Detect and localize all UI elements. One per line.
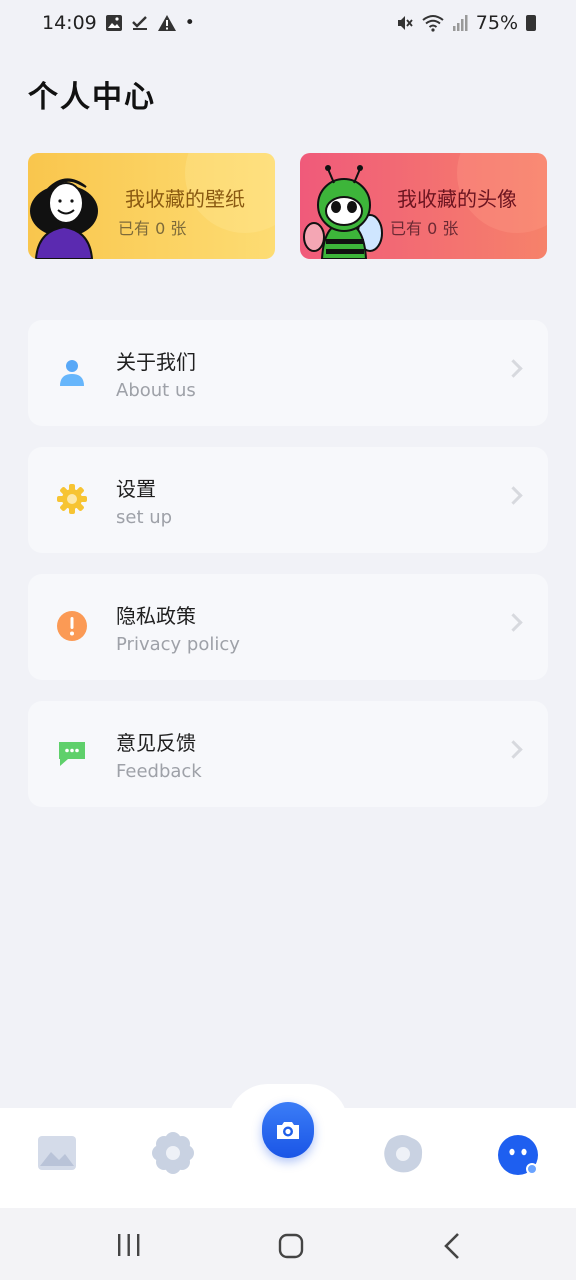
- status-right: 75%: [396, 12, 536, 34]
- menu-item-feedback[interactable]: 意见反馈 Feedback: [28, 701, 548, 807]
- battery-percent: 75%: [475, 12, 518, 34]
- page-title: 个人中心: [28, 80, 156, 115]
- favorite-wallpapers-card[interactable]: 我收藏的壁纸 已有 0 张: [28, 153, 275, 259]
- menu-item-privacy-policy[interactable]: 隐私政策 Privacy policy: [28, 574, 548, 680]
- menu-item-subtitle: About us: [116, 380, 196, 401]
- gear-icon: [57, 484, 87, 514]
- battery-icon: [526, 15, 536, 31]
- favorite-avatars-count: 已有 0 张: [390, 219, 459, 238]
- recent-apps-icon[interactable]: [116, 1233, 142, 1257]
- girl-illustration: [30, 178, 98, 259]
- camera-button[interactable]: [262, 1102, 314, 1158]
- system-navigation-bar: [0, 1208, 576, 1280]
- back-icon[interactable]: [442, 1232, 462, 1260]
- menu-item-title: 隐私政策: [116, 604, 196, 628]
- signal-icon: [452, 15, 468, 31]
- menu-item-title: 意见反馈: [116, 731, 196, 755]
- menu-item-title: 设置: [116, 477, 156, 501]
- status-left: 14:09 •: [42, 12, 195, 34]
- camera-icon: [277, 1122, 299, 1139]
- notification-dot-icon: •: [184, 12, 195, 33]
- chevron-right-icon: [504, 486, 523, 505]
- favorite-avatars-title: 我收藏的头像: [397, 187, 517, 211]
- menu-item-subtitle: Privacy policy: [116, 634, 240, 655]
- favorite-wallpapers-count: 已有 0 张: [118, 219, 187, 238]
- favorite-avatars-card[interactable]: 我收藏的头像 已有 0 张: [300, 153, 547, 259]
- check-icon: [131, 16, 147, 30]
- flower-icon[interactable]: [151, 1131, 195, 1175]
- bee-illustration: [303, 165, 383, 259]
- chevron-right-icon: [504, 613, 523, 632]
- chevron-right-icon: [504, 359, 523, 378]
- mute-icon: [397, 16, 413, 30]
- exclamation-icon: [57, 611, 87, 641]
- egg-icon[interactable]: [382, 1132, 424, 1174]
- chat-bubble-icon: [59, 742, 85, 766]
- menu-item-title: 关于我们: [116, 350, 196, 374]
- menu-item-subtitle: set up: [116, 507, 173, 528]
- gallery-icon: [105, 15, 122, 31]
- menu-item-settings[interactable]: 设置 set up: [28, 447, 548, 553]
- warning-icon: [157, 15, 176, 31]
- status-time: 14:09: [42, 12, 97, 34]
- wifi-icon: [422, 15, 444, 32]
- status-bar: 14:09 • 75%: [0, 0, 576, 46]
- user-icon: [60, 360, 84, 386]
- menu-item-about-us[interactable]: 关于我们 About us: [28, 320, 548, 426]
- chevron-right-icon: [504, 740, 523, 759]
- profile-icon[interactable]: [497, 1134, 541, 1176]
- image-icon[interactable]: [37, 1134, 77, 1172]
- favorite-wallpapers-title: 我收藏的壁纸: [125, 187, 245, 211]
- menu-item-subtitle: Feedback: [116, 761, 202, 782]
- home-icon[interactable]: [278, 1233, 304, 1259]
